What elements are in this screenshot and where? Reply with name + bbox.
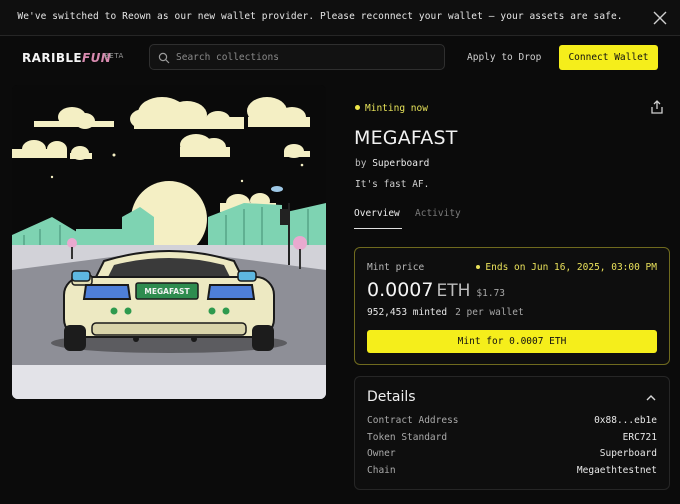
per-wallet-limit: 2 per wallet — [455, 307, 524, 318]
detail-row-owner: Owner Superboard — [367, 448, 657, 462]
apply-to-drop-link[interactable]: Apply to Drop — [467, 52, 541, 63]
status-text: Minting now — [365, 103, 428, 114]
detail-key: Token Standard — [367, 432, 448, 443]
mint-button[interactable]: Mint for 0.0007 ETH — [367, 330, 657, 353]
creator-link[interactable]: Superboard — [372, 158, 429, 169]
rarible-fun-logo[interactable]: RARIBLEFUN — [22, 51, 111, 65]
connect-wallet-button[interactable]: Connect Wallet — [559, 45, 658, 70]
ends-text: Ends on Jun 16, 2025, 03:00 PM — [485, 262, 657, 273]
mint-end-time: Ends on Jun 16, 2025, 03:00 PM — [476, 262, 657, 273]
price-currency: ETH — [436, 281, 471, 301]
collection-tabs: Overview Activity — [354, 206, 670, 229]
top-nav: RARIBLEFUN BETA Apply to Drop Connect Wa… — [0, 37, 680, 79]
mint-price-label: Mint price — [367, 262, 425, 273]
announcement-banner: We've switched to Reown as our new walle… — [0, 0, 680, 36]
tab-activity[interactable]: Activity — [415, 208, 461, 219]
share-icon[interactable] — [650, 100, 664, 114]
mint-price: 0.0007 ETH $1.73 — [367, 279, 505, 301]
owner-link[interactable]: Superboard — [600, 448, 657, 459]
tab-overview[interactable]: Overview — [354, 208, 400, 219]
search-input[interactable] — [176, 49, 436, 66]
minted-count: 952,453 minted — [367, 307, 448, 318]
search-box[interactable] — [149, 44, 445, 70]
collection-description: It's fast AF. — [355, 179, 430, 190]
mint-stats: 952,453 minted 2 per wallet — [367, 307, 524, 318]
detail-value: Megaethtestnet — [576, 465, 657, 476]
close-icon[interactable] — [652, 10, 668, 26]
collection-artwork: MEGAFAST — [12, 85, 326, 399]
detail-key: Chain — [367, 465, 396, 476]
banner-message: We've switched to Reown as our new walle… — [17, 11, 623, 22]
by-prefix: by — [355, 158, 367, 169]
price-usd: $1.73 — [476, 288, 506, 299]
chevron-up-icon[interactable] — [645, 392, 657, 404]
artwork-plate-text: MEGAFAST — [144, 287, 190, 296]
price-value: 0.0007 — [367, 279, 434, 301]
creator-line: by Superboard — [355, 158, 429, 169]
contract-address-link[interactable]: 0x88...eb1e — [594, 415, 657, 426]
ends-dot-icon — [476, 264, 481, 269]
detail-row-standard: Token Standard ERC721 — [367, 432, 657, 446]
logo-main-text: RARIBLE — [22, 51, 83, 65]
details-panel: Details Contract Address 0x88...eb1e Tok… — [354, 376, 670, 490]
active-tab-indicator — [354, 228, 402, 229]
artwork-illustration: MEGAFAST — [12, 85, 326, 399]
beta-badge: BETA — [104, 52, 124, 60]
mint-card: Mint price Ends on Jun 16, 2025, 03:00 P… — [354, 247, 670, 365]
detail-key: Owner — [367, 448, 396, 459]
details-title[interactable]: Details — [367, 389, 416, 405]
detail-value: ERC721 — [622, 432, 657, 443]
detail-key: Contract Address — [367, 415, 459, 426]
collection-title: MEGAFAST — [354, 127, 458, 149]
detail-row-contract: Contract Address 0x88...eb1e — [367, 415, 657, 429]
search-icon — [158, 52, 170, 64]
minting-status: Minting now — [355, 103, 428, 114]
status-dot-icon — [355, 105, 360, 110]
detail-row-chain: Chain Megaethtestnet — [367, 465, 657, 479]
